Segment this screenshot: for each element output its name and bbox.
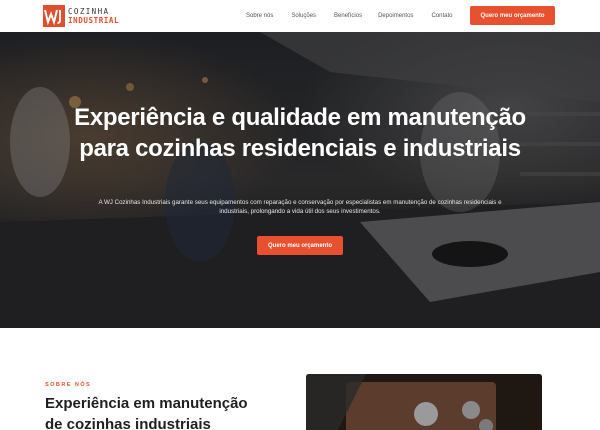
hero-description: A WJ Cozinhas Industriais garante seus e…: [98, 199, 502, 215]
logo-text-line2: INDUSTRIAL: [68, 16, 120, 25]
nav-link-depoimentos[interactable]: Depoimentos: [378, 13, 413, 19]
logo[interactable]: COZINHA INDUSTRIAL: [43, 5, 119, 27]
nav-link-beneficios[interactable]: Benefícios: [334, 13, 362, 19]
site-header: COZINHA INDUSTRIAL Sobre nós Soluções Be…: [0, 0, 600, 32]
about-title: Experiência em manutenção de cozinhas in…: [45, 395, 248, 430]
hero-section: Experiência e qualidade em manutenção pa…: [0, 32, 600, 328]
nav-link-sobre-nos[interactable]: Sobre nós: [246, 13, 273, 19]
hero-quote-button[interactable]: Quero meu orçamento: [257, 236, 343, 255]
hero-title: Experiência e qualidade em manutenção pa…: [74, 104, 526, 162]
header-quote-button[interactable]: Quero meu orçamento: [470, 6, 555, 25]
main-nav: Sobre nós Soluções Benefícios Depoimento…: [246, 0, 452, 32]
nav-link-contato[interactable]: Contato: [431, 13, 452, 19]
logo-mark: [43, 5, 65, 27]
logo-text-line1: COZINHA: [68, 6, 110, 16]
about-kicker: SOBRE NÓS: [45, 382, 92, 388]
hero-overlay: [0, 32, 600, 328]
nav-link-solucoes[interactable]: Soluções: [291, 13, 316, 19]
about-kitchen-image: [306, 374, 542, 430]
